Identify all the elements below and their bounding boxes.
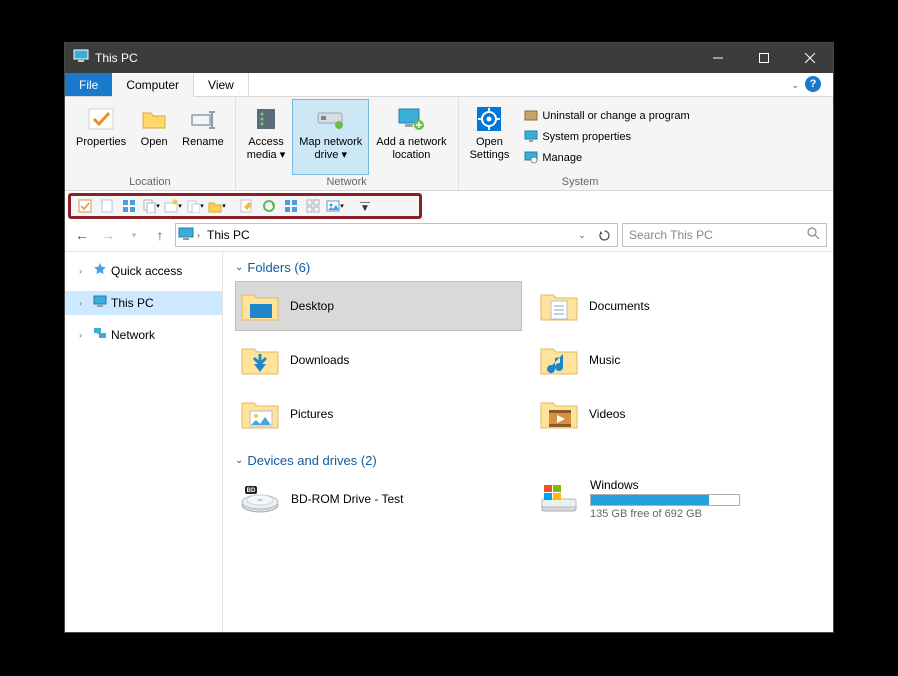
rename-icon bbox=[189, 102, 217, 136]
box-icon bbox=[524, 108, 538, 125]
chevron-down-icon: ⌄ bbox=[235, 262, 243, 273]
folder-documents[interactable]: Documents bbox=[534, 281, 821, 331]
drive-bdrom[interactable]: BD BD-ROM Drive - Test bbox=[235, 474, 522, 524]
ribbon: Properties Open Rename Location Access m… bbox=[65, 97, 833, 191]
rename-button[interactable]: Rename bbox=[175, 99, 231, 175]
folders-section-header[interactable]: ⌄ Folders (6) bbox=[235, 260, 821, 275]
windows-drive-icon bbox=[538, 481, 580, 518]
tab-file[interactable]: File bbox=[65, 73, 112, 96]
maximize-button[interactable] bbox=[741, 43, 787, 73]
tab-computer[interactable]: Computer bbox=[112, 74, 194, 97]
check-icon bbox=[87, 102, 115, 136]
media-server-icon bbox=[252, 102, 280, 136]
documents-folder-icon bbox=[539, 288, 579, 324]
bdrom-icon: BD bbox=[239, 481, 281, 518]
uninstall-program-button[interactable]: Uninstall or change a program bbox=[522, 106, 691, 127]
address-dropdown-button[interactable]: ⌄ bbox=[571, 224, 593, 246]
qat-customize-icon[interactable]: —▼ bbox=[356, 197, 374, 215]
window-title: This PC bbox=[95, 51, 695, 65]
sidebar-item-network[interactable]: › Network bbox=[65, 323, 222, 347]
folder-videos[interactable]: Videos bbox=[534, 389, 821, 439]
pc-icon bbox=[93, 295, 107, 311]
chevron-right-icon[interactable]: › bbox=[79, 330, 89, 340]
folder-music[interactable]: Music bbox=[534, 335, 821, 385]
settings-icon bbox=[475, 102, 503, 136]
this-pc-icon bbox=[73, 49, 89, 68]
ribbon-group-system: Open Settings Uninstall or change a prog… bbox=[459, 97, 702, 190]
refresh-button[interactable] bbox=[593, 224, 615, 246]
quick-access-toolbar: ▾ ▾ ▾ ▾ ▾ —▼ bbox=[68, 193, 422, 219]
search-icon bbox=[807, 227, 820, 243]
recent-locations-button[interactable]: ▾ bbox=[123, 224, 145, 246]
svg-text:BD: BD bbox=[247, 488, 256, 494]
qat-grid-icon[interactable] bbox=[120, 197, 138, 215]
qat-edit-icon[interactable] bbox=[238, 197, 256, 215]
ribbon-tabs: File Computer View ⌄ ? bbox=[65, 73, 833, 97]
folder-pictures[interactable]: Pictures bbox=[235, 389, 522, 439]
body: › Quick access › This PC › Network ⌄ Fol… bbox=[65, 251, 833, 632]
help-icon[interactable]: ? bbox=[805, 76, 821, 92]
pc-icon bbox=[178, 227, 194, 244]
network-icon bbox=[93, 327, 107, 343]
forward-button[interactable]: → bbox=[97, 224, 119, 246]
star-icon bbox=[93, 262, 107, 279]
folder-desktop[interactable]: Desktop bbox=[235, 281, 522, 331]
close-button[interactable] bbox=[787, 43, 833, 73]
chevron-down-icon: ⌄ bbox=[235, 455, 243, 466]
ribbon-group-network: Access media ▾ Map network drive ▾ Add a… bbox=[236, 97, 459, 190]
up-button[interactable]: ↑ bbox=[149, 224, 171, 246]
file-explorer-window: This PC File Computer View ⌄ ? Propertie… bbox=[64, 42, 834, 633]
system-properties-button[interactable]: System properties bbox=[522, 127, 691, 148]
content-pane: ⌄ Folders (6) Desktop Documents Download… bbox=[223, 252, 833, 632]
address-row: ← → ▾ ↑ › This PC ⌄ Search This PC bbox=[65, 219, 833, 251]
qat-page-icon[interactable] bbox=[98, 197, 116, 215]
folder-downloads[interactable]: Downloads bbox=[235, 335, 522, 385]
videos-folder-icon bbox=[539, 396, 579, 432]
desktop-folder-icon bbox=[240, 288, 280, 324]
open-settings-button[interactable]: Open Settings bbox=[463, 99, 517, 175]
back-button[interactable]: ← bbox=[71, 224, 93, 246]
ribbon-collapse-icon[interactable]: ⌄ bbox=[791, 80, 799, 91]
chevron-right-icon[interactable]: › bbox=[194, 230, 203, 240]
search-input[interactable]: Search This PC bbox=[622, 223, 827, 247]
map-network-drive-button[interactable]: Map network drive ▾ bbox=[292, 99, 369, 175]
manage-button[interactable]: Manage bbox=[522, 148, 691, 169]
manage-icon bbox=[524, 150, 538, 167]
qat-picture-icon[interactable]: ▾ bbox=[326, 197, 344, 215]
sidebar-item-quick-access[interactable]: › Quick access bbox=[65, 258, 222, 283]
qat-tiles-gray-icon[interactable] bbox=[304, 197, 322, 215]
music-folder-icon bbox=[539, 342, 579, 378]
chevron-right-icon[interactable]: › bbox=[79, 298, 89, 308]
tab-view[interactable]: View bbox=[194, 73, 249, 96]
ribbon-group-location: Properties Open Rename Location bbox=[65, 97, 236, 190]
qat-paste-icon[interactable]: ▾ bbox=[186, 197, 204, 215]
sidebar-item-this-pc[interactable]: › This PC bbox=[65, 291, 222, 315]
downloads-folder-icon bbox=[240, 342, 280, 378]
qat-tiles-blue-icon[interactable] bbox=[282, 197, 300, 215]
titlebar: This PC bbox=[65, 43, 833, 73]
qat-checkbox-icon[interactable] bbox=[76, 197, 94, 215]
open-button[interactable]: Open bbox=[133, 99, 175, 175]
add-location-icon bbox=[395, 102, 427, 136]
add-network-location-button[interactable]: Add a network location bbox=[369, 99, 453, 175]
address-bar[interactable]: › This PC ⌄ bbox=[175, 223, 618, 247]
qat-refresh-green-icon[interactable] bbox=[260, 197, 278, 215]
breadcrumb-this-pc[interactable]: This PC bbox=[203, 228, 254, 242]
monitor-icon bbox=[524, 129, 538, 146]
qat-folder-icon[interactable]: ▾ bbox=[208, 197, 226, 215]
navigation-pane: › Quick access › This PC › Network bbox=[65, 252, 223, 632]
devices-section-header[interactable]: ⌄ Devices and drives (2) bbox=[235, 453, 821, 468]
drive-usage-bar bbox=[590, 494, 740, 506]
network-drive-icon bbox=[315, 102, 347, 136]
access-media-button[interactable]: Access media ▾ bbox=[240, 99, 293, 175]
pictures-folder-icon bbox=[240, 396, 280, 432]
folder-open-icon bbox=[140, 102, 168, 136]
chevron-right-icon[interactable]: › bbox=[79, 266, 89, 276]
qat-newfolder-icon[interactable]: ▾ bbox=[164, 197, 182, 215]
qat-copy-icon[interactable]: ▾ bbox=[142, 197, 160, 215]
properties-button[interactable]: Properties bbox=[69, 99, 133, 175]
minimize-button[interactable] bbox=[695, 43, 741, 73]
drive-windows[interactable]: Windows 135 GB free of 692 GB bbox=[534, 474, 821, 524]
